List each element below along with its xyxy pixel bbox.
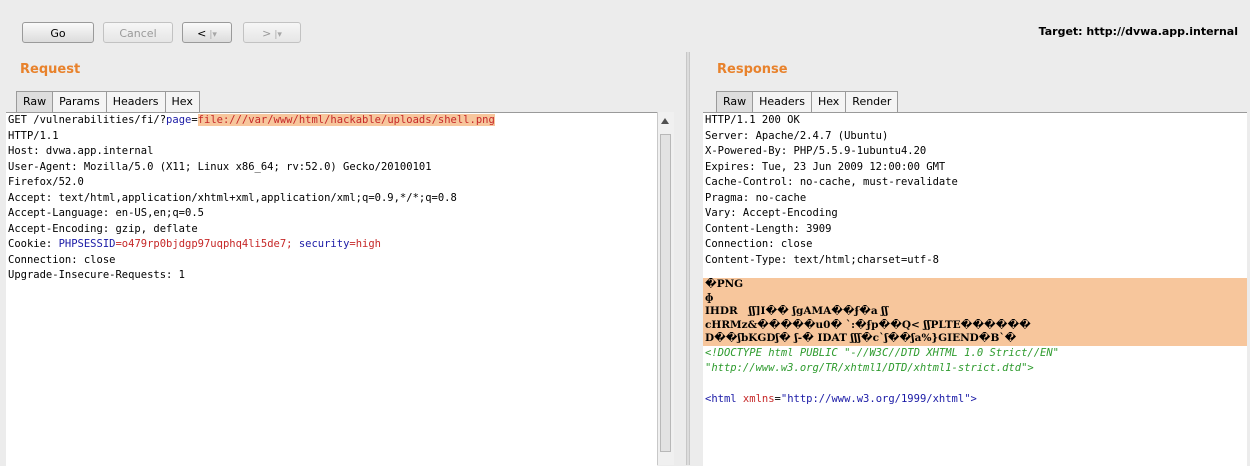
request-line: Accept: text/html,application/xhtml+xml,…: [8, 191, 457, 204]
response-tabs: Raw Headers Hex Render: [716, 91, 899, 112]
tab-hex[interactable]: Hex: [810, 91, 847, 112]
binary-line: IHDR ʃʃ]I�� ʃgAMA��ʄ�a ʃʃ: [705, 305, 889, 317]
tab-headers[interactable]: Headers: [752, 91, 812, 112]
chevron-down-icon: |▾: [274, 30, 282, 40]
request-line: Accept-Language: en-US,en;q=0.5: [8, 207, 204, 219]
doctype-line: "http://www.w3.org/TR/xhtml1/DTD/xhtml1-…: [705, 362, 1034, 374]
tab-render[interactable]: Render: [845, 91, 899, 112]
response-line: Cache-Control: no-cache, must-revalidate: [705, 176, 958, 188]
pane-splitter[interactable]: [686, 52, 690, 465]
request-line: HTTP/1.1: [8, 129, 59, 142]
response-line: HTTP/1.1 200 OK: [705, 114, 800, 126]
binary-line: cHRMz&�����u0� `:�ʄp��Q< ʃʃPLTE������: [705, 318, 1031, 331]
request-line: Upgrade-Insecure-Requests: 1: [8, 269, 186, 281]
request-line: Firefox/52.0: [8, 176, 84, 188]
chevron-down-icon: |▾: [209, 30, 217, 40]
response-line: Vary: Accept-Encoding: [705, 207, 838, 219]
html-tag-line: <html xmlns="http://www.w3.org/1999/xhtm…: [705, 393, 977, 405]
binary-line: ɸ: [705, 291, 714, 304]
scroll-up-icon[interactable]: [661, 118, 669, 124]
request-title: Request: [20, 62, 81, 77]
request-line: GET /vulnerabilities/fi/?page=file:///va…: [8, 114, 495, 126]
cancel-button[interactable]: Cancel: [103, 22, 173, 43]
target-label[interactable]: Target: http://dvwa.app.internal: [1039, 25, 1238, 38]
tab-hex[interactable]: Hex: [164, 91, 200, 112]
go-button[interactable]: Go: [22, 22, 94, 43]
response-line: Connection: close: [705, 238, 813, 250]
tab-raw[interactable]: Raw: [716, 91, 754, 112]
request-line: Connection: close: [8, 253, 116, 266]
tab-params[interactable]: Params: [52, 91, 107, 112]
request-line: User-Agent: Mozilla/5.0 (X11; Linux x86_…: [8, 160, 432, 173]
tab-headers[interactable]: Headers: [105, 91, 166, 112]
binary-line: D��ʃbKGDʃ� ʃ-� IDAT ʃʃʃ�c`ʃ��ʃa%}GIEND�B…: [705, 332, 1017, 344]
response-line: X-Powered-By: PHP/5.5.9-1ubuntu4.20: [705, 145, 927, 157]
response-line: Pragma: no-cache: [705, 191, 807, 204]
highlighted-payload: file:///var/www/html/hackable/uploads/sh…: [197, 114, 495, 126]
back-button[interactable]: < |▾: [182, 22, 232, 43]
response-line: Content-Length: 3909: [705, 222, 832, 235]
request-editor[interactable]: GET /vulnerabilities/fi/?page=file:///va…: [6, 112, 657, 466]
request-tabs: Raw Params Headers Hex: [16, 91, 200, 112]
repeater-window: Go Cancel < |▾ > |▾ Target: http://dvwa.ap…: [0, 0, 1250, 466]
response-title: Response: [717, 62, 788, 77]
tab-raw[interactable]: Raw: [16, 91, 54, 112]
response-line: Server: Apache/2.4.7 (Ubuntu): [705, 129, 889, 142]
response-line: Expires: Tue, 23 Jun 2009 12:00:00 GMT: [705, 160, 946, 173]
response-line: Content-Type: text/html;charset=utf-8: [705, 253, 939, 266]
doctype-line: <!DOCTYPE html PUBLIC "-//W3C//DTD XHTML…: [705, 346, 1060, 359]
binary-line: �PNG: [705, 278, 744, 290]
cookie-line: Cookie: PHPSESSID=o479rp0bjdgp97uqphq4li…: [8, 238, 381, 250]
request-line: Host: dvwa.app.internal: [8, 145, 154, 157]
back-arrow-icon: <: [197, 27, 207, 40]
request-line: Accept-Encoding: gzip, deflate: [8, 222, 198, 235]
forward-arrow-icon: >: [262, 27, 272, 40]
scroll-thumb[interactable]: [660, 134, 671, 452]
binary-png-block: �PNG ɸ IHDR ʃʃ]I�� ʃgAMA��ʄ�a ʃʃ cHRMz&�…: [703, 278, 1247, 346]
forward-button[interactable]: > |▾: [243, 22, 301, 43]
request-scrollbar[interactable]: [657, 112, 674, 465]
response-editor[interactable]: HTTP/1.1 200 OK Server: Apache/2.4.7 (Ub…: [703, 112, 1247, 466]
